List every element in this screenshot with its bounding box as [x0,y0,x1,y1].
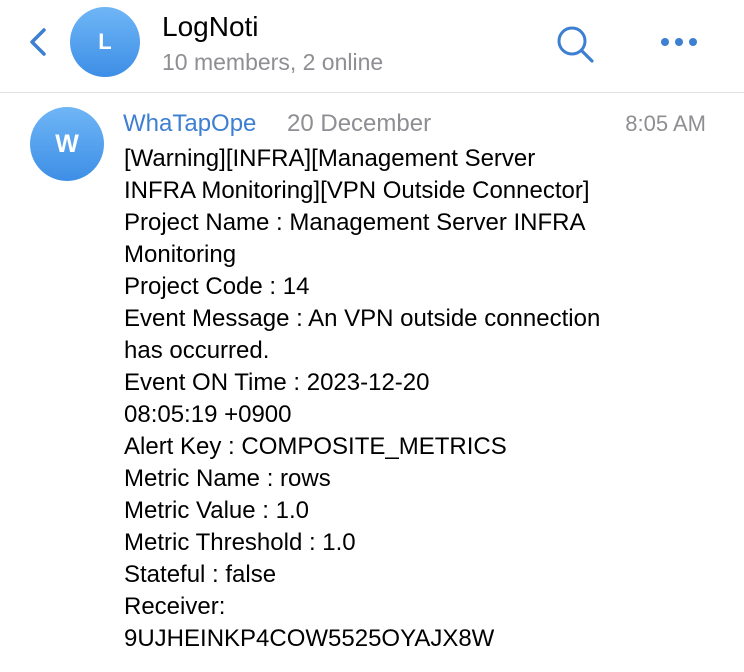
sender-avatar[interactable]: W [30,107,104,181]
message-line: Project Code : 14 [124,273,310,300]
back-button[interactable] [22,22,56,62]
message-line: Event Message : An VPN outside connectio… [124,305,601,332]
message-line: 08:05:19 +0900 [124,401,292,428]
message-line: 9UJHEINKP4COW5525OYAJX8W [124,625,495,652]
message[interactable]: W WhaTapOpe 20 December 8:05 AM [Warning… [0,93,744,672]
more-horizontal-icon [661,38,697,46]
message-line: Alert Key : COMPOSITE_METRICS [124,433,507,460]
message-body: [Warning][INFRA][Management Server INFRA… [124,143,724,655]
message-line: Receiver: [124,593,226,620]
message-line: INFRA Monitoring][VPN Outside Connector] [124,177,590,204]
chat-subtitle: 10 members, 2 online [162,49,384,75]
message-line: Metric Value : 1.0 [124,497,309,524]
sender-avatar-initial: W [55,129,79,158]
chevron-left-icon [30,28,46,56]
search-button[interactable] [552,22,598,66]
chat-header: L LogNoti 10 members, 2 online [0,0,744,93]
more-button[interactable] [656,32,702,52]
search-icon [557,26,594,63]
message-line: Project Name : Management Server INFRA [124,209,586,236]
message-line: Metric Threshold : 1.0 [124,529,356,556]
message-line: has occurred. [124,337,270,364]
message-date: 20 December [287,110,432,137]
chat-avatar[interactable]: L [70,7,140,77]
sender-name[interactable]: WhaTapOpe [123,109,256,139]
message-line: Event ON Time : 2023-12-20 [124,369,430,396]
chat-title[interactable]: LogNoti [162,10,259,44]
message-line: Monitoring [124,241,237,268]
message-line: Stateful : false [124,561,277,588]
message-time: 8:05 AM [625,111,706,136]
message-line: Metric Name : rows [124,465,331,492]
message-line: [Warning][INFRA][Management Server [124,145,536,172]
chat-avatar-initial: L [98,29,112,54]
